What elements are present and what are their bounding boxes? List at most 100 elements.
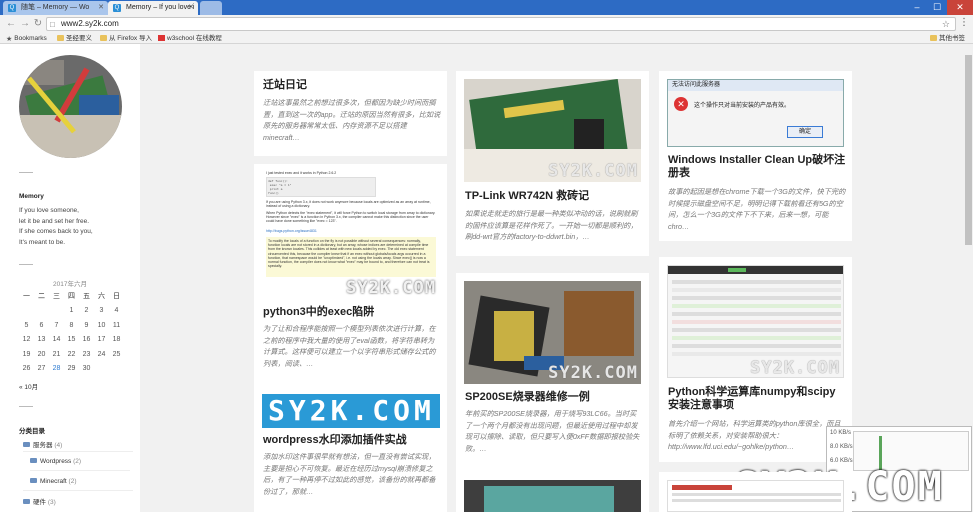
- post-card[interactable]: SY2K.COM Python科学运算库numpy和scipy安装注意事项 首先…: [659, 257, 852, 462]
- watermark: SY2K.COM: [548, 363, 638, 383]
- post-title[interactable]: SP200SE烧录器维修一例: [465, 391, 590, 404]
- post-title[interactable]: Python科学运算库numpy和scipy安装注意事项: [668, 386, 846, 412]
- calendar-day[interactable]: 18: [109, 336, 124, 343]
- post-card[interactable]: 无法访问此服务器 ✕ 这个操作只对当前安装的产品有效。 确定 Windows I…: [659, 71, 852, 241]
- calendar-day[interactable]: 21: [49, 351, 64, 358]
- close-tab-icon[interactable]: ✕: [98, 1, 104, 14]
- post-excerpt: 首先介绍一个网站，科学运算类的python库很全，而且标明了依赖关系，对安装帮助…: [668, 419, 841, 451]
- post-title[interactable]: wordpress水印添加插件实战: [263, 434, 407, 447]
- category-item[interactable]: 硬件 (3): [23, 496, 56, 506]
- calendar-day[interactable]: 17: [94, 336, 109, 343]
- browser-menu-icon[interactable]: ⋮: [959, 17, 969, 28]
- browser-tab-2[interactable]: Q Memory – If you love i ✕: [108, 1, 198, 15]
- forward-icon[interactable]: →: [18, 17, 32, 31]
- calendar-day[interactable]: 28: [49, 365, 64, 372]
- calendar-day[interactable]: 4: [109, 307, 124, 314]
- bookmark-item[interactable]: 从 Firefox 导入: [100, 33, 152, 44]
- category-item[interactable]: Wordpress (2): [30, 458, 81, 465]
- calendar-day[interactable]: 5: [19, 322, 34, 329]
- close-window-icon[interactable]: ✕: [947, 0, 973, 15]
- calendar-prev-link[interactable]: « 10月: [19, 381, 38, 391]
- calendar: 一 二 三 四 五 六 日 1 2 3 4 5 6 7 8 9 10 11 12 13 14 15 16 17 1…: [19, 289, 124, 376]
- calendar-day[interactable]: 15: [64, 336, 79, 343]
- calendar-day[interactable]: 1: [64, 307, 79, 314]
- browser-tab-1[interactable]: Q 随笔 – Memory — Wo ✕: [3, 1, 108, 15]
- calendar-day[interactable]: 7: [49, 322, 64, 329]
- close-tab-icon[interactable]: ✕: [188, 1, 194, 14]
- category-item[interactable]: Minecraft (2): [30, 478, 77, 485]
- bookmark-star-icon[interactable]: ☆: [942, 18, 950, 30]
- post-thumbnail[interactable]: SY2K.COM: [667, 265, 844, 378]
- post-card[interactable]: [659, 472, 852, 512]
- new-tab-button[interactable]: [200, 1, 222, 15]
- bookmark-item[interactable]: 圣经要义: [57, 33, 92, 44]
- scrollbar-thumb[interactable]: [965, 55, 972, 245]
- post-excerpt: 为了让和合程序能按照一个模型列表依次进行计算，在之前的程序中我大量的使用了eva…: [263, 324, 436, 368]
- calendar-day[interactable]: 3: [94, 307, 109, 314]
- bookmark-item[interactable]: ★ Bookmarks: [6, 33, 47, 44]
- calendar-day[interactable]: 26: [19, 365, 34, 372]
- calendar-day[interactable]: 12: [19, 336, 34, 343]
- post-title[interactable]: python3中的exec陷阱: [263, 306, 374, 319]
- calendar-day[interactable]: 20: [34, 351, 49, 358]
- address-bar[interactable]: □ www2.sy2k.com ☆: [46, 17, 956, 31]
- post-thumbnail[interactable]: 无法访问此服务器 ✕ 这个操作只对当前安装的产品有效。 确定: [667, 79, 844, 147]
- divider: [23, 451, 133, 452]
- post-title[interactable]: Windows Installer Clean Up破坏注册表: [668, 154, 846, 180]
- widget-title: Memory: [19, 193, 44, 200]
- watermark: SY2K.COM: [268, 394, 435, 427]
- calendar-day[interactable]: 19: [19, 351, 34, 358]
- post-thumbnail[interactable]: I just tested exec and it works in Pytho…: [262, 168, 440, 298]
- calendar-day[interactable]: 13: [34, 336, 49, 343]
- avatar-image[interactable]: [19, 55, 122, 158]
- other-bookmarks[interactable]: 其他书签: [930, 33, 965, 44]
- divider: [19, 406, 33, 407]
- category-item[interactable]: 服务器 (4): [23, 439, 62, 449]
- post-title[interactable]: TP-Link WR742N 救砖记: [465, 190, 589, 203]
- calendar-day[interactable]: 10: [94, 322, 109, 329]
- folder-icon: [100, 35, 107, 41]
- maximize-icon[interactable]: ☐: [927, 0, 947, 15]
- calendar-week: 12 13 14 15 16 17 18: [19, 333, 124, 348]
- post-thumbnail[interactable]: SY2K.COM: [262, 394, 440, 428]
- bookmarks-bar: ★ Bookmarks 圣经要义 从 Firefox 导入 w3school 在线…: [0, 33, 973, 44]
- post-title[interactable]: 迁站日记: [263, 79, 307, 92]
- tab-title: 随笔 – Memory — Wo: [21, 4, 90, 11]
- calendar-day[interactable]: 2: [79, 307, 94, 314]
- post-card[interactable]: [456, 472, 649, 512]
- calendar-day[interactable]: 22: [64, 351, 79, 358]
- url-text: www2.sy2k.com: [61, 19, 119, 28]
- calendar-day[interactable]: 14: [49, 336, 64, 343]
- calendar-day[interactable]: 11: [109, 322, 124, 329]
- back-icon[interactable]: ←: [4, 17, 18, 31]
- calendar-day[interactable]: 27: [34, 365, 49, 372]
- post-excerpt: 年前买的SP200SE烧录器，用于烧写93LC66。当时买了一个两个月都没有出现…: [465, 409, 640, 453]
- post-card[interactable]: SY2K.COM TP-Link WR742N 救砖记 如果说走就走的旅行是最一…: [456, 71, 649, 256]
- calendar-day[interactable]: 6: [34, 322, 49, 329]
- calendar-header: 一 二 三 四 五 六 日: [23, 293, 120, 301]
- calendar-day[interactable]: 30: [79, 365, 94, 372]
- bookmark-item[interactable]: w3school 在线教程: [158, 33, 222, 44]
- post-thumbnail[interactable]: SY2K.COM: [464, 281, 641, 384]
- calendar-day[interactable]: 23: [79, 351, 94, 358]
- calendar-day[interactable]: 29: [64, 365, 79, 372]
- widget-poem: If you love someone, let it be and set h…: [19, 207, 93, 246]
- folder-icon: [23, 442, 30, 447]
- watermark: SY2K.COM: [548, 161, 638, 181]
- calendar-week: 5 6 7 8 9 10 11: [19, 318, 124, 333]
- calendar-day[interactable]: 24: [94, 351, 109, 358]
- reload-icon[interactable]: ↻: [31, 17, 45, 31]
- calendar-day[interactable]: 25: [109, 351, 124, 358]
- post-thumbnail[interactable]: [464, 480, 641, 512]
- calendar-day[interactable]: 9: [79, 322, 94, 329]
- calendar-day[interactable]: 16: [79, 336, 94, 343]
- post-card[interactable]: SY2K.COM SP200SE烧录器维修一例 年前买的SP200SE烧录器，用…: [456, 273, 649, 498]
- minimize-icon[interactable]: –: [907, 0, 927, 15]
- post-thumbnail[interactable]: SY2K.COM: [464, 79, 641, 182]
- divider: [23, 490, 133, 491]
- calendar-day[interactable]: 8: [64, 322, 79, 329]
- post-thumbnail[interactable]: [667, 480, 844, 512]
- post-card[interactable]: 迁站日记 迁站这事虽然之前想过很多次，但都因为缺少时间而搁置，直到这一次的app…: [254, 71, 447, 156]
- calendar-week: 26 27 28 29 30: [19, 362, 124, 377]
- post-card[interactable]: SY2K.COM wordpress水印添加插件实战 添加水印这件事很早就有想法…: [254, 386, 447, 512]
